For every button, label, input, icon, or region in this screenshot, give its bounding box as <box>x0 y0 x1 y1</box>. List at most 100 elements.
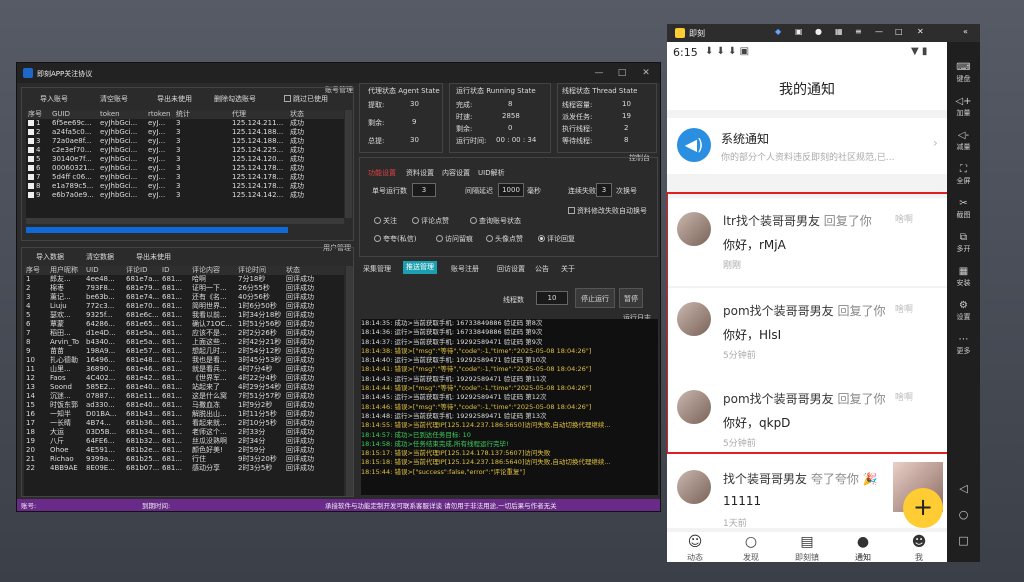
table-row[interactable]: 3 薰记... be63b... 681e74... 681... 还有《名... 40分5… <box>24 293 344 302</box>
table-row[interactable]: 7 稻田... d1e4D... 681e5a... 681... 应该不是... 2时2分… <box>24 329 344 338</box>
tab-about[interactable]: 关于 <box>561 264 575 274</box>
tab-discover[interactable]: ○ 发现 <box>723 534 779 562</box>
row-checkbox[interactable] <box>28 183 34 189</box>
table-row[interactable]: 11 山里... 36890... 681e46... 681... 就是看兵... 4时7… <box>24 365 344 374</box>
import-accounts-button[interactable]: 导入账号 <box>40 94 68 104</box>
table-row[interactable]: 4 c2e3ef70... eyJhbGci... eyJ... 3 125.124.22… <box>26 146 344 155</box>
restore-icon[interactable]: □ <box>895 27 903 36</box>
task-radio[interactable]: 评论点赞 <box>412 216 449 226</box>
tab-func-settings[interactable]: 功能设置 <box>368 168 396 178</box>
close-icon[interactable]: ✕ <box>639 66 653 80</box>
table-row[interactable]: 9 苗苗 198A9... 681e57... 681... 想起几时... 2时54分12… <box>24 347 344 356</box>
tab-town[interactable]: ▤ 即刻镇 <box>779 534 835 562</box>
volume-down-button[interactable]: ◁- 减量 <box>947 130 980 152</box>
task-radio[interactable]: 查询账号状态 <box>470 216 521 226</box>
table-row[interactable]: 12 Faos 4C402... 681e42... 681... 《世界军... 4时22… <box>24 374 344 383</box>
table-row[interactable]: 22 4BB9AE 8E09E... 681b07... 681... 感动分享 2时3分5… <box>24 464 344 473</box>
tab-collect[interactable]: 采集管理 <box>363 264 391 274</box>
maximize-icon[interactable]: □ <box>615 66 629 80</box>
grid-icon[interactable]: ▦ <box>835 27 843 36</box>
stop-button[interactable]: 停止运行 <box>575 288 615 308</box>
task-radio[interactable]: 夸夸(私信) <box>374 234 416 244</box>
screenshot-button[interactable]: ✂ 截图 <box>947 198 980 220</box>
emulator-tab-title[interactable]: 即刻 <box>689 28 705 39</box>
tab-register[interactable]: 账号注册 <box>451 264 479 274</box>
row-checkbox[interactable] <box>28 174 34 180</box>
table-row[interactable]: 10 扎心德勒 16496... 681e48... 681... 我也是看... 3时45… <box>24 356 344 365</box>
task-radio[interactable]: 头像点赞 <box>486 234 523 244</box>
table-row[interactable]: 16 一知半 D01BA... 681b43... 681... 解脱出山... 1时11分… <box>24 410 344 419</box>
menu-icon[interactable]: ≡ <box>855 27 862 36</box>
delete-checked-button[interactable]: 删除勾选账号 <box>214 94 256 104</box>
row-checkbox[interactable] <box>28 147 34 153</box>
table-row[interactable]: 18 大运 03D5B... 681b34... 681... 老师这个... 2时33分 回… <box>24 428 344 437</box>
add-fab-button[interactable]: + <box>903 488 943 528</box>
import-data-button[interactable]: 导入数据 <box>36 252 64 262</box>
close-emulator-icon[interactable]: ✕ <box>917 27 924 36</box>
table-row[interactable]: 2 棉枣 793F8... 681e79... 681... 证明一下... 26分55秒 回… <box>24 284 344 293</box>
table-row[interactable]: 1 郎友... 4ee48... 681e7a... 681... 哈啊 7分18秒 回评成功 <box>24 275 344 284</box>
keyboard-button[interactable]: ⌨ 键盘 <box>947 62 980 84</box>
home-button[interactable]: ○ <box>947 508 980 521</box>
consec-fail-input[interactable]: 3 <box>596 183 612 197</box>
threads-input[interactable]: 10 <box>536 291 568 305</box>
auto-switch-checkbox[interactable]: 资料修改失败自动换号 <box>568 206 647 216</box>
table-row[interactable]: 3 72a0ae8f... eyJhbGci... eyJ... 3 125.124.18… <box>26 137 344 146</box>
table-row[interactable]: 6 00060321... eyJhbGci... eyJ... 3 125.124.17… <box>26 164 344 173</box>
task-radio[interactable]: 访问留痕 <box>436 234 473 244</box>
tab-me[interactable]: ☻ 我 <box>891 534 947 562</box>
table-row[interactable]: 17 一长睛 4B74... 681b36... 681... 看起来就... 2时10分5… <box>24 419 344 428</box>
tab-notifications[interactable]: ● 通知 <box>835 534 891 562</box>
tab-feed[interactable]: ☺ 动态 <box>667 534 723 562</box>
row-checkbox[interactable] <box>28 120 34 126</box>
tab-uid-parse[interactable]: UID解析 <box>478 168 505 178</box>
single-run-input[interactable]: 3 <box>412 183 436 197</box>
row-checkbox[interactable] <box>28 129 34 135</box>
system-notification[interactable]: ◀) 系统通知 你的部分个人资料违反即刻的社区规范,已... › <box>667 118 947 174</box>
minimize-icon[interactable]: — <box>592 66 606 80</box>
table-row[interactable]: 20 Ohoe 4E591... 681b2e... 681... 颜色好美! 2时59分 回… <box>24 446 344 455</box>
export-unused-data-button[interactable]: 导出未使用 <box>136 252 171 262</box>
table-row[interactable]: 1 6f5ee69c... eyJhbGci... eyJ... 3 125.124.21… <box>26 119 344 128</box>
install-button[interactable]: ▦ 安装 <box>947 266 980 288</box>
more-button[interactable]: ⋯ 更多 <box>947 334 980 356</box>
table-row[interactable]: 14 沉迷... 07887... 681e11... 681... 这是什么窝 7时51分… <box>24 392 344 401</box>
clear-data-button[interactable]: 清空数据 <box>86 252 114 262</box>
table-row[interactable]: 9 e6b7a0e9... eyJhbGci... eyJ... 3 125.124.14… <box>26 191 344 200</box>
account-scrollbar[interactable] <box>345 110 352 218</box>
task-radio[interactable]: 评论回复 <box>538 234 575 244</box>
export-unused-button[interactable]: 导出未使用 <box>157 94 192 104</box>
row-checkbox[interactable] <box>28 156 34 162</box>
fullscreen-button[interactable]: ⛶ 全屏 <box>947 164 980 186</box>
table-row[interactable]: 5 瑟欢... 9325f... 681e6c... 681... 我看以前... 1时34… <box>24 311 344 320</box>
multi-open-button[interactable]: ⧉ 多开 <box>947 232 980 254</box>
recents-button[interactable]: □ <box>947 534 980 547</box>
clear-accounts-button[interactable]: 清空账号 <box>100 94 128 104</box>
task-radio[interactable]: 关注 <box>374 216 397 226</box>
gamepad-icon[interactable]: ▣ <box>795 27 803 36</box>
table-row[interactable]: 6 覃蒙 64286... 681e65... 681... 确认71OC... 1时51分… <box>24 320 344 329</box>
table-row[interactable]: 7 5d4ff c06... eyJhbGci... eyJ... 3 125.124.1… <box>26 173 344 182</box>
user-icon[interactable]: ● <box>815 27 822 36</box>
tab-push[interactable]: 推送管理 <box>403 261 437 274</box>
table-row[interactable]: 4 Liuju 772c3... 681e70... 681... 简明世界... 1时6分… <box>24 302 344 311</box>
table-row[interactable]: 8 e1a789c5... eyJhbGci... eyJ... 3 125.124.17… <box>26 182 344 191</box>
toolbar-icon-1[interactable]: ◆ <box>775 27 781 36</box>
settings-button[interactable]: ⚙ 设置 <box>947 300 980 322</box>
table-row[interactable]: 21 Richao 9399a... 681b25... 681... 行住 9时3分20秒… <box>24 455 344 464</box>
pause-button[interactable]: 暂停 <box>619 288 643 308</box>
table-row[interactable]: 15 时饭东郭 ad330... 681e40... 681... 马撒血冻 1时9分2秒 回… <box>24 401 344 410</box>
row-checkbox[interactable] <box>28 192 34 198</box>
horizontal-scrollbar[interactable] <box>26 218 344 224</box>
collapse-icon[interactable]: « <box>963 27 968 36</box>
table-row[interactable]: 13 Soond 585E2... 681e40... 681... 站起来了 4时29分5… <box>24 383 344 392</box>
table-row[interactable]: 5 30140e7f... eyJhbGci... eyJ... 3 125.124.12… <box>26 155 344 164</box>
table-row[interactable]: 19 八斤 64FE6... 681b32... 681... 丝瓜没熟啊 2时34分 回评成… <box>24 437 344 446</box>
volume-up-button[interactable]: ◁+ 加量 <box>947 96 980 118</box>
tab-profile-settings[interactable]: 资料设置 <box>406 168 434 178</box>
tab-revisit[interactable]: 回访设置 <box>497 264 525 274</box>
tab-notice[interactable]: 公告 <box>535 264 549 274</box>
user-scrollbar[interactable] <box>346 266 353 496</box>
skip-used-checkbox[interactable]: 跳过已使用 <box>284 94 328 104</box>
tab-content-settings[interactable]: 内容设置 <box>442 168 470 178</box>
